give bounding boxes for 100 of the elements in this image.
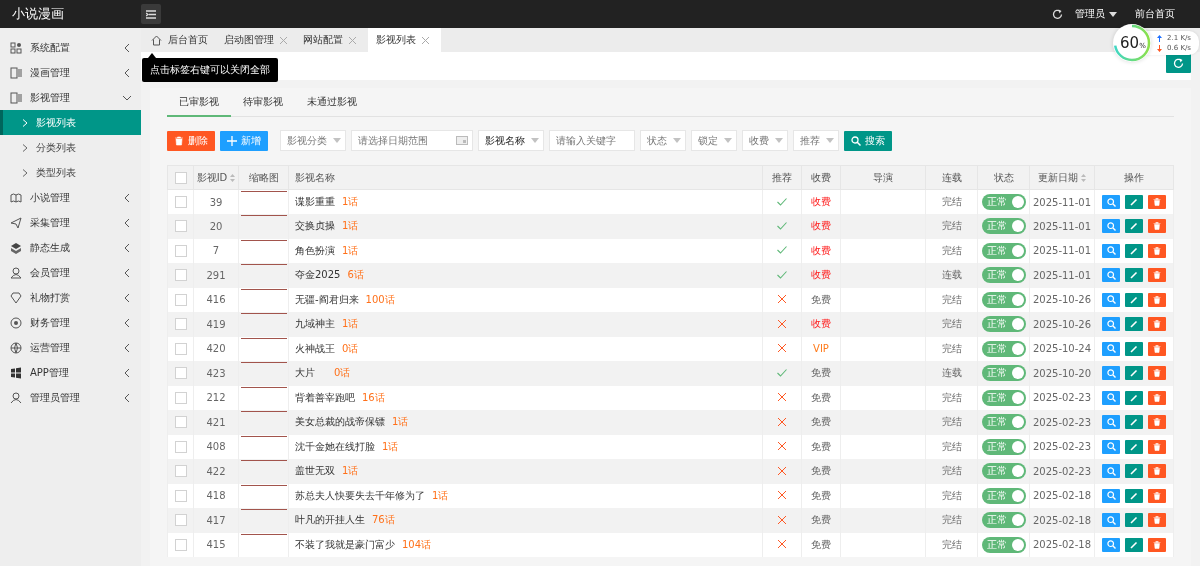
page-tab[interactable]: 影视列表 (368, 28, 441, 52)
row-checkbox[interactable] (174, 318, 187, 331)
page-tab[interactable]: 后台首页 (147, 28, 220, 52)
dropdown[interactable]: 影视分类 (280, 130, 346, 151)
edit-button[interactable] (1125, 195, 1143, 209)
sidebar-item[interactable]: 系统配置 (0, 35, 141, 60)
review-tab[interactable]: 未通过影视 (295, 88, 369, 117)
delete-button[interactable] (1148, 195, 1166, 209)
row-checkbox[interactable] (174, 220, 187, 233)
edit-button[interactable] (1125, 390, 1143, 405)
edit-button[interactable] (1125, 513, 1143, 528)
edit-button[interactable] (1125, 464, 1143, 479)
row-checkbox[interactable] (174, 440, 187, 453)
row-checkbox[interactable] (174, 367, 187, 380)
edit-button[interactable] (1125, 243, 1143, 258)
view-button[interactable] (1102, 537, 1120, 552)
row-checkbox[interactable] (174, 269, 187, 282)
sidebar-item[interactable]: 静态生成 (0, 235, 141, 260)
close-icon[interactable] (349, 36, 356, 44)
delete-button[interactable] (1148, 390, 1166, 405)
row-checkbox[interactable] (174, 465, 187, 478)
page-tab[interactable]: 网站配置 (299, 28, 368, 52)
dropdown[interactable]: 状态 (640, 130, 686, 151)
user-menu[interactable]: 管理员 (1075, 7, 1117, 21)
view-button[interactable] (1102, 243, 1120, 258)
search-button[interactable]: 搜索 (844, 130, 892, 151)
sidebar-subitem[interactable]: 类型列表 (0, 160, 141, 185)
refresh-icon[interactable] (1052, 8, 1063, 20)
delete-button[interactable] (1148, 341, 1166, 356)
view-button[interactable] (1102, 513, 1120, 528)
sidebar-subitem[interactable]: 影视列表 (0, 110, 141, 135)
sidebar-item[interactable]: 管理员管理 (0, 385, 141, 410)
sidebar-subitem[interactable]: 分类列表 (0, 135, 141, 160)
edit-button[interactable] (1125, 341, 1143, 356)
close-icon[interactable] (280, 36, 287, 44)
delete-button[interactable] (1148, 366, 1166, 381)
view-button[interactable] (1102, 341, 1120, 356)
sidebar-item[interactable]: 礼物打赏 (0, 285, 141, 310)
row-checkbox[interactable] (174, 416, 187, 429)
dropdown[interactable]: 影视名称 (478, 130, 544, 151)
sidebar-item[interactable]: 财务管理 (0, 310, 141, 335)
select-all-checkbox[interactable] (174, 171, 187, 184)
delete-button[interactable] (1148, 268, 1166, 283)
view-button[interactable] (1102, 488, 1120, 503)
refresh-button[interactable] (1166, 53, 1191, 73)
view-button[interactable] (1102, 390, 1120, 405)
sidebar-item[interactable]: 影视管理 (0, 85, 141, 110)
delete-button[interactable] (1148, 537, 1166, 552)
sidebar-item[interactable]: 运营管理 (0, 335, 141, 360)
edit-button[interactable] (1125, 219, 1143, 234)
row-checkbox[interactable] (174, 391, 187, 404)
view-button[interactable] (1102, 195, 1120, 209)
sidebar-item[interactable]: 小说管理 (0, 185, 141, 210)
delete-button[interactable] (1148, 488, 1166, 503)
date-range-field[interactable]: 请选择日期范围 (351, 130, 473, 151)
review-tab[interactable]: 待审影视 (231, 88, 295, 117)
delete-button[interactable] (1148, 292, 1166, 307)
close-icon[interactable] (422, 36, 429, 44)
edit-button[interactable] (1125, 317, 1143, 332)
sidebar-item[interactable]: 漫画管理 (0, 60, 141, 85)
dropdown[interactable]: 收费 (742, 130, 788, 151)
sidebar-item[interactable]: 会员管理 (0, 260, 141, 285)
row-checkbox[interactable] (174, 489, 187, 502)
row-checkbox[interactable] (174, 196, 187, 208)
row-checkbox[interactable] (174, 538, 187, 551)
keyword-field[interactable]: 请输入关键字 (549, 130, 635, 151)
view-button[interactable] (1102, 464, 1120, 479)
view-button[interactable] (1102, 219, 1120, 234)
edit-button[interactable] (1125, 488, 1143, 503)
delete-button[interactable] (1148, 219, 1166, 234)
delete-button[interactable] (1148, 439, 1166, 454)
edit-button[interactable] (1125, 268, 1143, 283)
row-checkbox[interactable] (174, 244, 187, 257)
sidebar-item[interactable]: APP管理 (0, 360, 141, 385)
menu-button[interactable] (141, 4, 161, 24)
edit-button[interactable] (1125, 537, 1143, 552)
edit-button[interactable] (1125, 439, 1143, 454)
dropdown[interactable]: 推荐 (793, 130, 839, 151)
delete-button[interactable] (1148, 513, 1166, 528)
edit-button[interactable] (1125, 292, 1143, 307)
row-checkbox[interactable] (174, 293, 187, 306)
edit-button[interactable] (1125, 415, 1143, 430)
dropdown[interactable]: 锁定 (691, 130, 737, 151)
row-checkbox[interactable] (174, 514, 187, 527)
delete-button[interactable] (1148, 464, 1166, 479)
view-button[interactable] (1102, 439, 1120, 454)
sidebar-item[interactable]: 采集管理 (0, 210, 141, 235)
edit-button[interactable] (1125, 366, 1143, 381)
delete-button[interactable] (1148, 317, 1166, 332)
view-button[interactable] (1102, 366, 1120, 381)
view-button[interactable] (1102, 415, 1120, 430)
delete-button[interactable] (1148, 243, 1166, 258)
page-tab[interactable]: 启动图管理 (220, 28, 299, 52)
delete-button[interactable] (1148, 415, 1166, 430)
view-button[interactable] (1102, 292, 1120, 307)
review-tab[interactable]: 已审影视 (167, 88, 231, 117)
row-checkbox[interactable] (174, 342, 187, 355)
view-button[interactable] (1102, 317, 1120, 332)
front-page-link[interactable]: 前台首页 (1135, 7, 1175, 21)
view-button[interactable] (1102, 268, 1120, 283)
